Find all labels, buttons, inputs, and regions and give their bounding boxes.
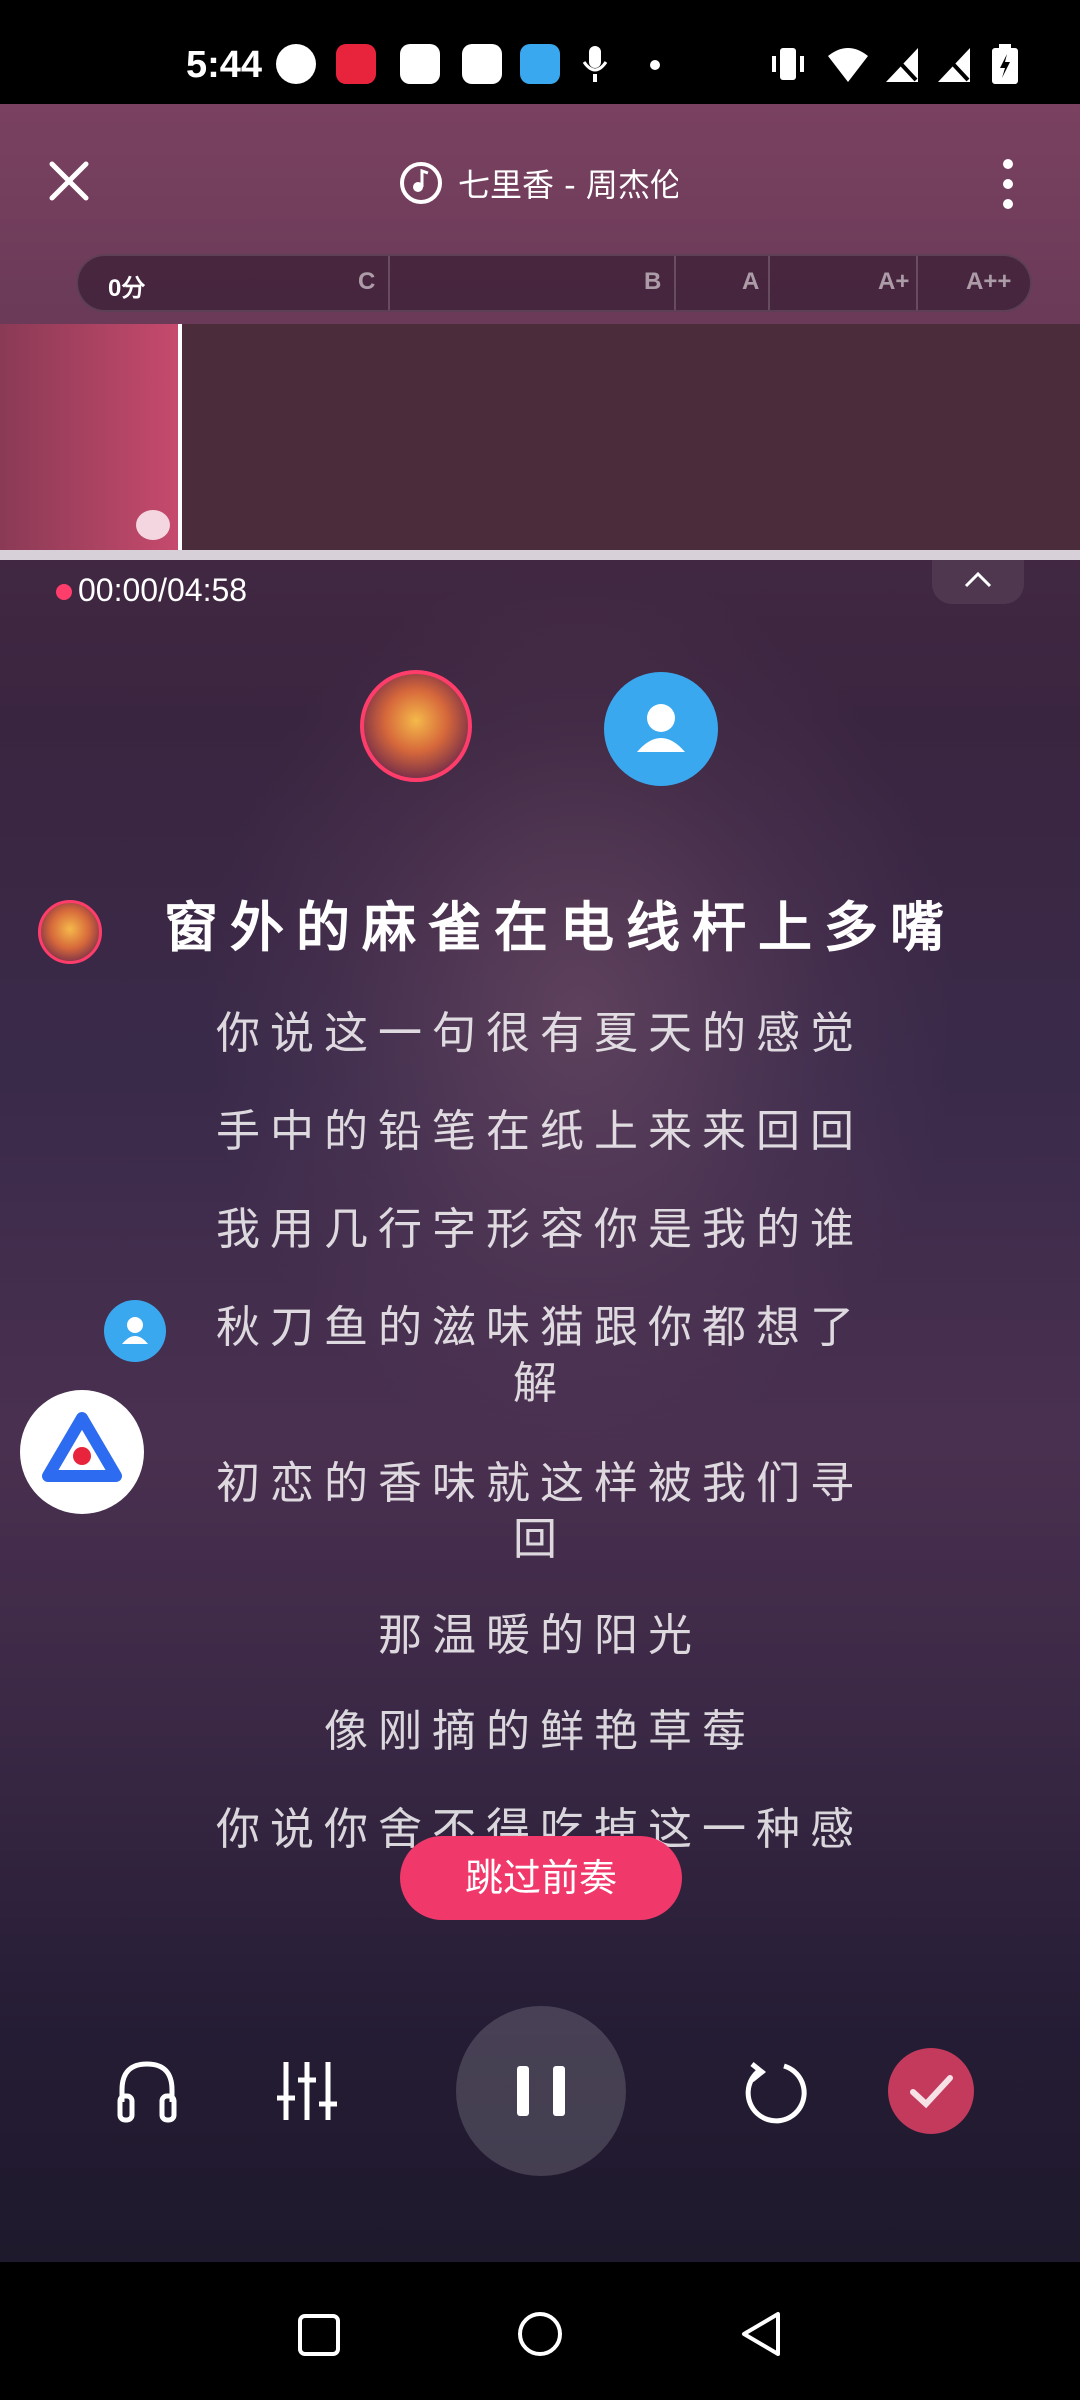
chevron-up-icon <box>964 571 992 588</box>
duet-partner-avatar[interactable] <box>604 672 718 786</box>
music-note-icon <box>400 162 442 204</box>
status-bar: 5:44 <box>0 0 1080 104</box>
app-icon-0 <box>462 44 502 84</box>
no-signal-icon <box>938 48 970 82</box>
pause-button[interactable] <box>456 2006 626 2176</box>
wifi-icon <box>828 48 868 82</box>
lyric-line: 初恋的香味就这样被我们寻 <box>216 1458 864 1509</box>
lyric-line: 秋刀鱼的滋味猫跟你都想了 <box>216 1302 864 1353</box>
grade-c: C <box>358 268 376 295</box>
score-value: 0分 <box>108 275 146 302</box>
restart-icon[interactable] <box>740 2058 810 2128</box>
lyric-line: 像刚摘的鲜艳草莓 <box>324 1706 756 1757</box>
more-options-icon[interactable] <box>996 156 1020 212</box>
lyric-line: 我用几行字形容你是我的谁 <box>216 1204 864 1255</box>
lyric-line: 手中的铅笔在纸上来来回回 <box>216 1106 864 1157</box>
lyric-line-wrap: 解 <box>513 1358 567 1409</box>
pitch-indicator <box>136 510 170 540</box>
score-grade-bar: 0分 C B A A+ A++ <box>76 254 1032 312</box>
system-navigation-bar <box>0 2262 1080 2400</box>
song-progress-bar[interactable] <box>0 550 1080 560</box>
grade-a-plus-plus: A++ <box>966 268 1012 295</box>
lyric-line: 那温暖的阳光 <box>378 1610 702 1661</box>
app-icon-cloud <box>520 44 560 84</box>
pitch-graph <box>0 324 1080 550</box>
pitch-cursor <box>178 324 182 550</box>
app-icon-xiaohongshu <box>336 44 376 84</box>
grade-b: B <box>644 268 662 295</box>
recording-dot <box>56 584 72 600</box>
battery-icon <box>992 44 1018 84</box>
status-time: 5:44 <box>186 44 263 86</box>
grade-a-plus: A+ <box>878 268 910 295</box>
close-icon[interactable] <box>44 156 94 206</box>
back-icon[interactable] <box>738 2310 786 2358</box>
singer-avatar[interactable] <box>360 670 472 782</box>
app-icon-star <box>400 44 440 84</box>
grade-a: A <box>742 268 760 295</box>
grade-divider <box>388 256 390 310</box>
lyric-line-wrap: 回 <box>513 1514 567 1565</box>
finish-button[interactable] <box>888 2048 974 2134</box>
grade-divider <box>674 256 676 310</box>
home-icon[interactable] <box>516 2310 564 2358</box>
pause-icon <box>517 2066 565 2116</box>
equalizer-icon[interactable] <box>274 2058 340 2124</box>
song-title: 七里香 - 周杰伦 <box>458 166 678 204</box>
mic-icon <box>582 46 608 82</box>
no-signal-icon <box>886 48 918 82</box>
app-icon-p <box>276 44 316 84</box>
assistant-logo-icon <box>42 1412 122 1482</box>
collapse-button[interactable] <box>932 560 1024 604</box>
play-time: 00:00/04:58 <box>78 572 248 608</box>
grade-divider <box>916 256 918 310</box>
lyric-active-line: 窗外的麻雀在电线杆上多嘴 <box>164 896 956 959</box>
grade-divider <box>768 256 770 310</box>
user-icon <box>637 704 685 752</box>
confirm-icon <box>910 2075 953 2109</box>
lyric-line: 你说这一句很有夏天的感觉 <box>216 1008 864 1059</box>
skip-intro-button[interactable]: 跳过前奏 <box>400 1836 682 1920</box>
floating-assistant-button[interactable] <box>20 1390 144 1514</box>
recent-apps-icon[interactable] <box>296 2312 342 2358</box>
headphones-icon[interactable] <box>114 2058 180 2124</box>
dot-icon <box>650 60 660 70</box>
vibrate-icon <box>772 48 804 80</box>
